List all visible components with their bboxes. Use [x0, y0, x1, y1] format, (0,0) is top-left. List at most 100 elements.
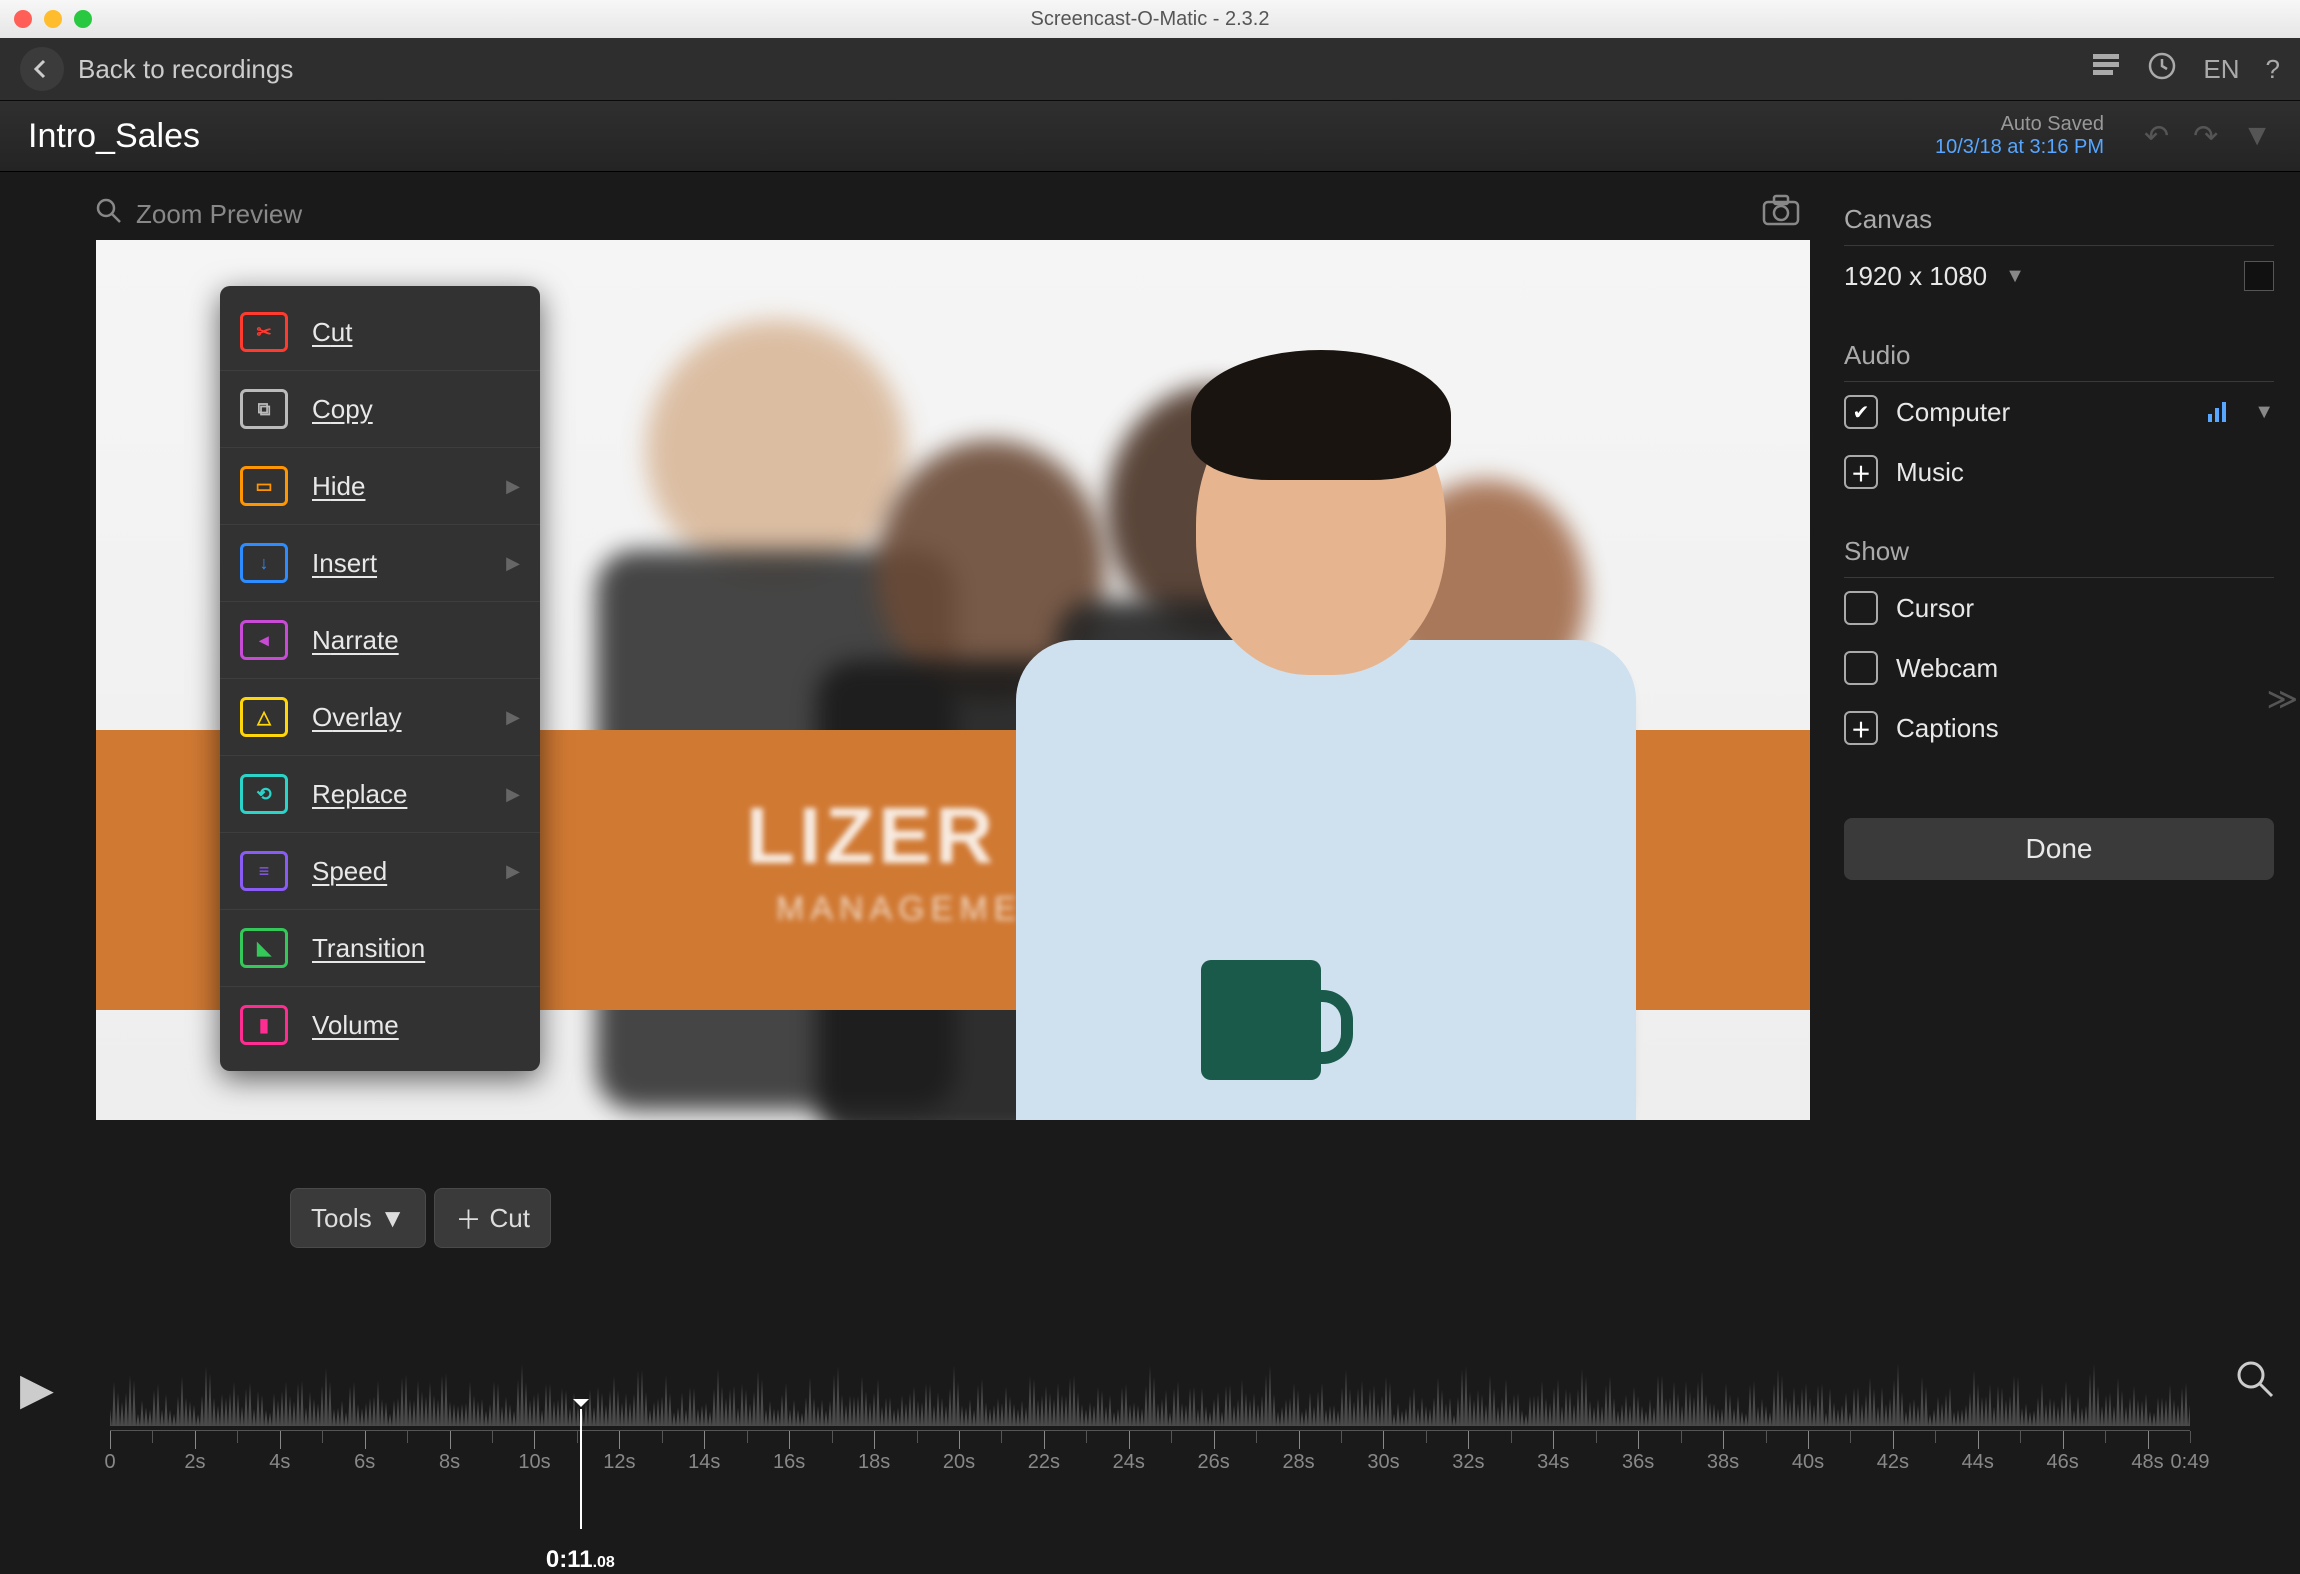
timeline-tick-label: 26s: [1198, 1451, 1230, 1474]
back-arrow-icon: [20, 47, 64, 91]
show-section-title: Show: [1844, 536, 2274, 578]
audio-music-row[interactable]: Music: [1844, 442, 2274, 502]
timeline-tick-label: 36s: [1622, 1451, 1654, 1474]
computer-audio-checkbox[interactable]: [1844, 395, 1878, 429]
back-to-recordings-button[interactable]: Back to recordings: [20, 47, 293, 91]
undo-button[interactable]: ↶: [2144, 119, 2169, 154]
tools-menu-item-insert[interactable]: ↓Insert▶: [220, 525, 540, 602]
chevron-right-icon: ▶: [506, 707, 520, 728]
cut-button[interactable]: ＋ Cut: [434, 1188, 550, 1248]
cursor-checkbox[interactable]: [1844, 591, 1878, 625]
tools-menu-item-narrate[interactable]: ◂Narrate: [220, 602, 540, 679]
tools-menu-item-volume[interactable]: ▮ Volume: [220, 987, 540, 1063]
done-button[interactable]: Done: [1844, 818, 2274, 880]
audio-level-icon: [2208, 402, 2226, 422]
canvas-section-title: Canvas: [1844, 204, 2274, 246]
timeline-playhead[interactable]: [580, 1409, 582, 1529]
cut-button-label: Cut: [489, 1203, 529, 1234]
language-label[interactable]: EN: [2203, 54, 2239, 85]
copy-icon: ⧉: [240, 389, 288, 429]
timeline-tick-label: 32s: [1452, 1451, 1484, 1474]
captions-label: Captions: [1896, 713, 1999, 744]
timeline-tick-label: 8s: [439, 1451, 460, 1474]
timeline-tick-label: 2s: [184, 1451, 205, 1474]
tools-menu-item-hide[interactable]: ▭Hide▶: [220, 448, 540, 525]
play-button[interactable]: ▶: [20, 1364, 54, 1415]
audio-computer-row[interactable]: Computer ▼: [1844, 382, 2274, 442]
overlay-icon: △: [240, 697, 288, 737]
more-menu-button[interactable]: ▼: [2242, 119, 2272, 153]
tools-menu-item-label: Cut: [312, 317, 352, 348]
help-icon[interactable]: ?: [2266, 54, 2280, 85]
show-captions-row[interactable]: Captions: [1844, 698, 2274, 758]
timeline-tick-label: 44s: [1962, 1451, 1994, 1474]
autosave-time: 10/3/18 at 3:16 PM: [1935, 136, 2104, 159]
tools-menu-item-copy[interactable]: ⧉ Copy: [220, 371, 540, 448]
timeline-tick-label: 38s: [1707, 1451, 1739, 1474]
add-captions-button[interactable]: [1844, 711, 1878, 745]
tools-menu: ✂Cut ⧉ Copy ▭Hide▶↓Insert▶◂Narrate △ Overlay ▶…: [220, 286, 540, 1071]
timeline-tick-label: 42s: [1877, 1451, 1909, 1474]
webcam-checkbox[interactable]: [1844, 651, 1878, 685]
redo-button[interactable]: ↷: [2193, 119, 2218, 154]
replace-icon: ⟲: [240, 774, 288, 814]
timeline-tick-label: 16s: [773, 1451, 805, 1474]
tools-menu-item-label: Insert: [312, 548, 377, 579]
chevron-down-icon[interactable]: ▼: [2254, 401, 2274, 424]
timeline: ▶ 02s4s6s8s10s12s14s16s18s20s22s24s26s28…: [0, 1320, 2300, 1500]
tools-menu-item-transition[interactable]: ◣Transition: [220, 910, 540, 987]
scripts-icon[interactable]: [2091, 52, 2121, 87]
timeline-ruler[interactable]: 02s4s6s8s10s12s14s16s18s20s22s24s26s28s3…: [110, 1430, 2190, 1481]
zoom-preview-label[interactable]: Zoom Preview: [136, 199, 302, 230]
tools-menu-item-label: Replace: [312, 779, 407, 810]
project-name[interactable]: Intro_Sales: [28, 117, 200, 156]
add-music-button[interactable]: [1844, 455, 1878, 489]
main-area: Zoom Preview LIZER MANAGEMENT ✂Cut⧉Copy▭…: [0, 172, 2300, 1322]
tools-menu-item-speed[interactable]: ≡Speed▶: [220, 833, 540, 910]
chevron-down-icon: ▼: [2005, 265, 2025, 288]
show-cursor-row[interactable]: Cursor: [1844, 578, 2274, 638]
autosave-status: Auto Saved 10/3/18 at 3:16 PM: [1935, 113, 2104, 159]
tools-menu-item-label: Copy: [312, 394, 373, 425]
timeline-tick-label: 6s: [354, 1451, 375, 1474]
canvas-size-row[interactable]: 1920 x 1080 ▼: [1844, 246, 2274, 306]
history-icon[interactable]: [2147, 51, 2177, 88]
zoom-icon[interactable]: [96, 198, 122, 231]
plus-icon: ＋: [455, 1200, 481, 1237]
computer-audio-label: Computer: [1896, 397, 2010, 428]
speed-icon: ≡: [240, 851, 288, 891]
chevron-right-icon: ▶: [506, 476, 520, 497]
timeline-tick-label: 14s: [688, 1451, 720, 1474]
show-webcam-row[interactable]: Webcam: [1844, 638, 2274, 698]
tools-menu-item-overlay[interactable]: △ Overlay ▶: [220, 679, 540, 756]
snapshot-icon[interactable]: [1762, 194, 1800, 235]
timeline-tick-label: 22s: [1028, 1451, 1060, 1474]
cursor-label: Cursor: [1896, 593, 1974, 624]
panel-expand-icon[interactable]: ≫: [2267, 682, 2298, 717]
tools-menu-item-label: Overlay: [312, 702, 402, 733]
timeline-tick-label: 28s: [1282, 1451, 1314, 1474]
timeline-tool-bar: Tools ▼ ＋ Cut: [290, 1188, 551, 1248]
mac-title-bar: Screencast-O-Matic - 2.3.2: [0, 0, 2300, 38]
timeline-tick-label: 4s: [269, 1451, 290, 1474]
music-label: Music: [1896, 457, 1964, 488]
timeline-tick-label: 34s: [1537, 1451, 1569, 1474]
tools-menu-item-label: Transition: [312, 933, 425, 964]
preview-banner-text: LIZER: [746, 790, 997, 882]
timeline-tick-label: 46s: [2047, 1451, 2079, 1474]
canvas-color-swatch[interactable]: [2244, 261, 2274, 291]
tools-dropdown-button[interactable]: Tools ▼: [290, 1188, 426, 1248]
tools-button-label: Tools: [311, 1203, 372, 1234]
timeline-tick-label: 20s: [943, 1451, 975, 1474]
volume-icon: ▮: [240, 1005, 288, 1045]
timeline-tick-label: 40s: [1792, 1451, 1824, 1474]
tools-menu-item-label: Volume: [312, 1010, 399, 1041]
back-label: Back to recordings: [78, 54, 293, 85]
tools-menu-item-replace[interactable]: ⟲ Replace ▶: [220, 756, 540, 833]
timeline-tick-label: 10s: [518, 1451, 550, 1474]
chevron-right-icon: ▶: [506, 784, 520, 805]
timeline-zoom-button[interactable]: [2236, 1360, 2276, 1410]
tools-menu-item-cut[interactable]: ✂Cut: [220, 294, 540, 371]
waveform[interactable]: [110, 1350, 2190, 1426]
timeline-tick-label: 12s: [603, 1451, 635, 1474]
